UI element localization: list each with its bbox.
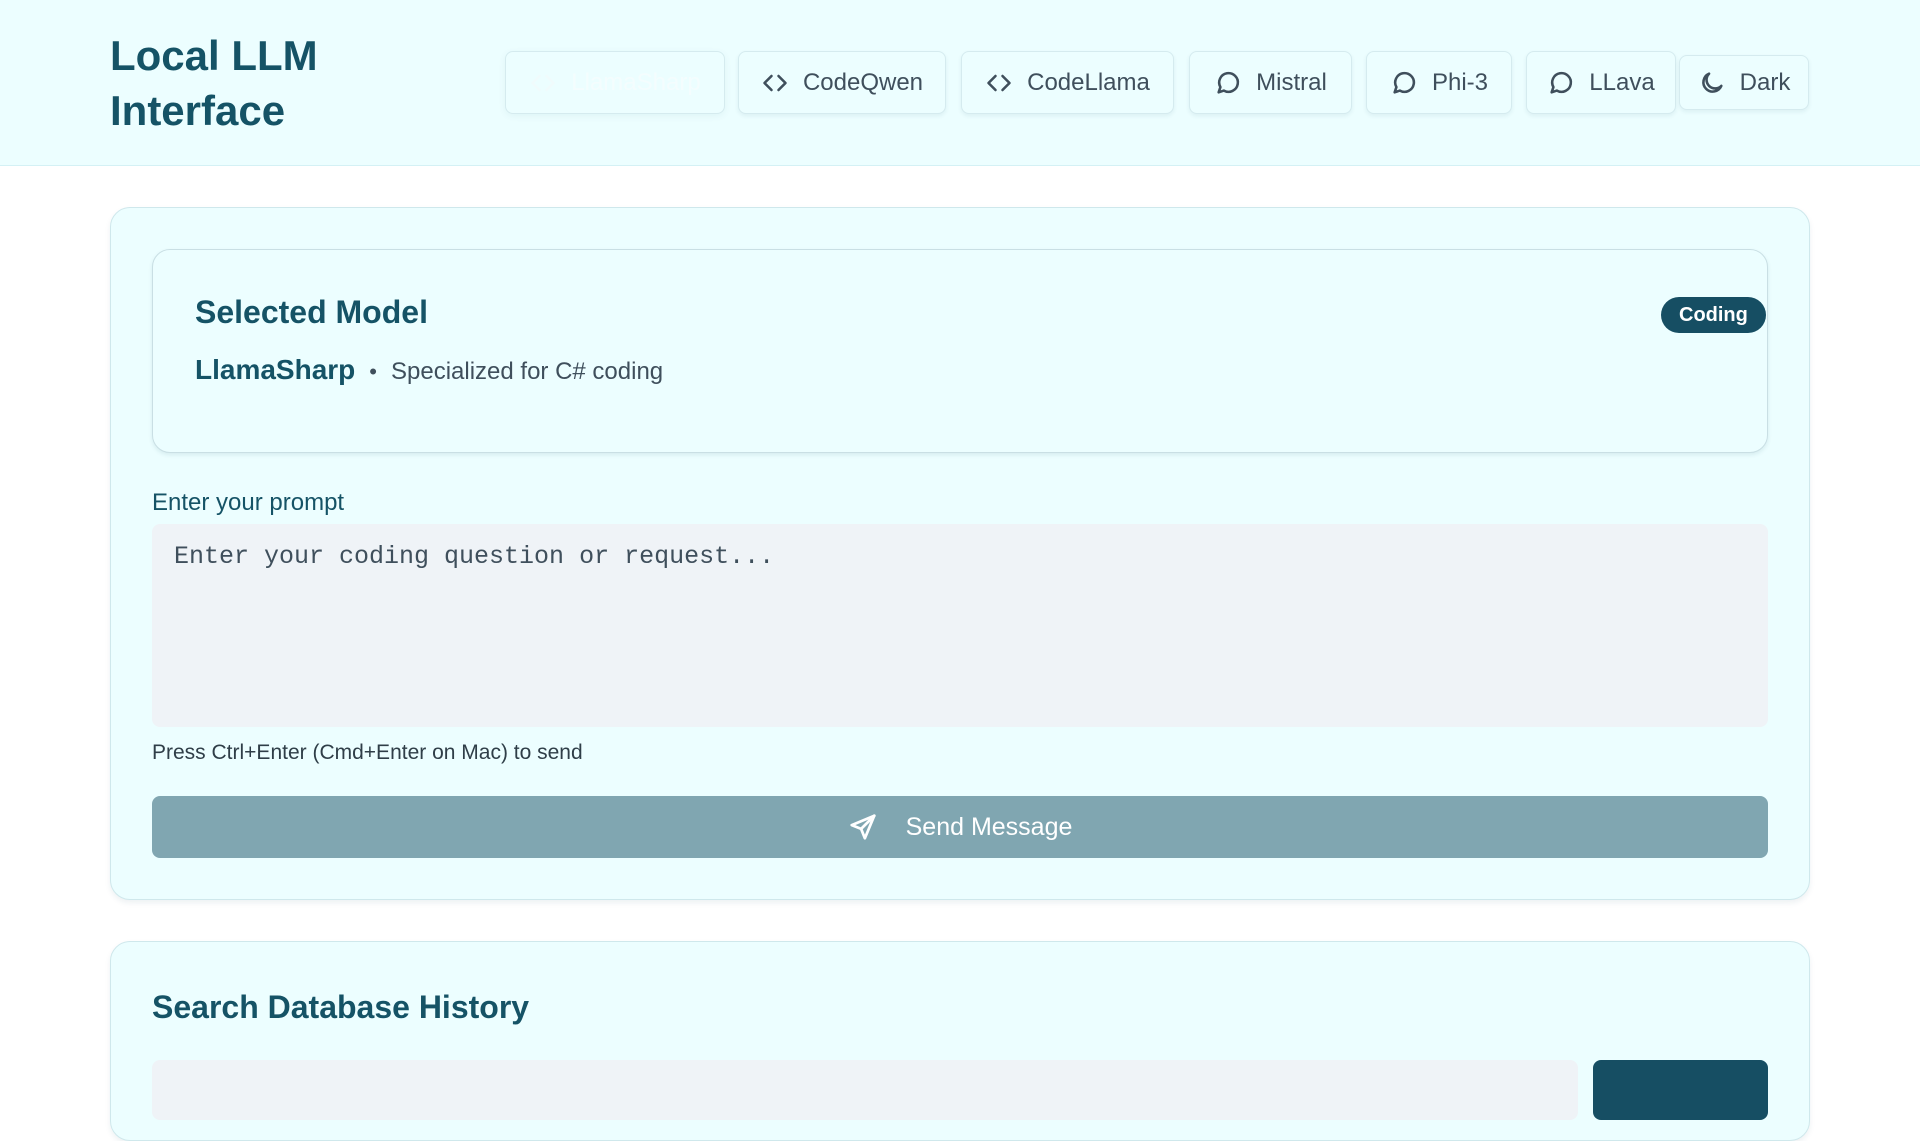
search-history-button[interactable]: [1593, 1060, 1768, 1120]
code-icon: [763, 74, 787, 91]
moon-icon: [1701, 71, 1723, 93]
selected-model-card: Selected Model Coding LlamaSharp • Speci…: [152, 249, 1768, 453]
search-history-input[interactable]: [152, 1060, 1578, 1120]
code-icon: [531, 74, 556, 91]
send-message-button[interactable]: Send Message: [152, 796, 1768, 858]
tab-model-codellama[interactable]: CodeLlama: [961, 51, 1174, 114]
tab-model-mistral[interactable]: Mistral: [1189, 51, 1352, 114]
tab-label: LlamaSharp: [571, 68, 701, 96]
model-category-badge: Coding: [1661, 297, 1766, 333]
tab-model-codeqwen[interactable]: CodeQwen: [738, 51, 946, 114]
prompt-card: Selected Model Coding LlamaSharp • Speci…: [110, 207, 1810, 900]
tab-model-llava[interactable]: LLava: [1526, 51, 1676, 114]
separator-dot: •: [369, 359, 377, 384]
chat-bubble-icon: [1393, 71, 1416, 94]
prompt-input[interactable]: [152, 524, 1768, 727]
send-button-label: Send Message: [905, 812, 1073, 841]
tab-label: LLava: [1589, 68, 1655, 96]
selected-model-title: Selected Model: [195, 294, 428, 330]
chat-bubble-icon: [1550, 71, 1573, 94]
tab-label: CodeQwen: [802, 68, 924, 96]
prompt-label: Enter your prompt: [152, 489, 345, 516]
code-icon: [987, 74, 1011, 91]
chat-bubble-icon: [1217, 71, 1240, 94]
tab-label: Phi-3: [1431, 68, 1489, 96]
search-history-card: Search Database History: [110, 941, 1810, 1141]
send-icon: [849, 814, 876, 840]
send-shortcut-hint: Press Ctrl+Enter (Cmd+Enter on Mac) to s…: [152, 741, 583, 764]
search-history-title: Search Database History: [152, 989, 530, 1025]
tab-model-llamasharp[interactable]: LlamaSharp: [505, 51, 725, 114]
app-title: Local LLM Interface: [110, 32, 318, 134]
theme-toggle-label: Dark: [1739, 68, 1791, 96]
tab-model-phi3[interactable]: Phi-3: [1366, 51, 1512, 114]
selected-model-name: LlamaSharp: [195, 354, 356, 385]
app-header: Local LLM Interface LlamaSharp CodeQwen …: [0, 0, 1920, 166]
theme-toggle-button[interactable]: Dark: [1679, 55, 1809, 110]
selected-model-description: Specialized for C# coding: [390, 358, 664, 385]
tab-label: CodeLlama: [1027, 68, 1150, 96]
selected-model-info: LlamaSharp • Specialized for C# coding: [195, 354, 663, 386]
tab-label: Mistral: [1256, 68, 1327, 96]
